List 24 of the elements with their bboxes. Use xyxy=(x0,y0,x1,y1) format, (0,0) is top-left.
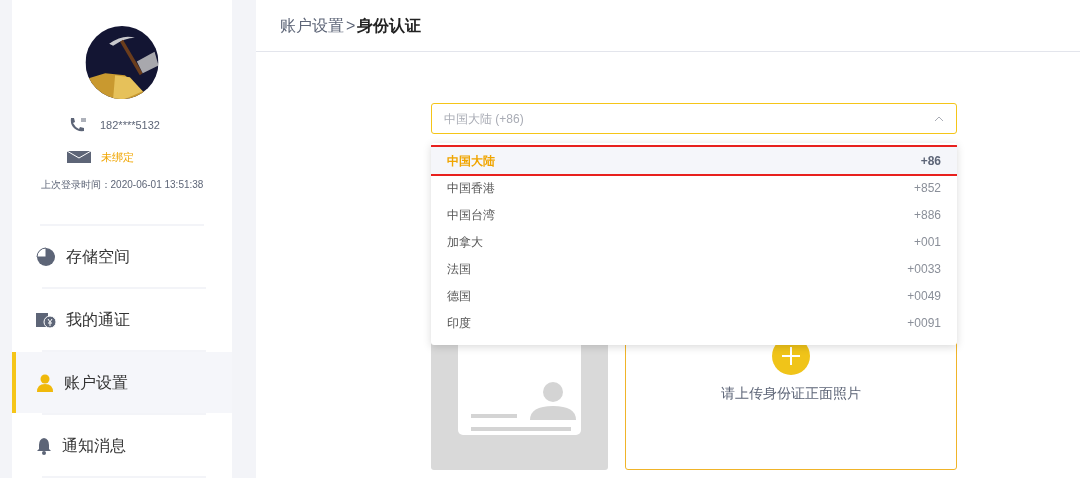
phone-icon xyxy=(68,117,88,134)
country-option[interactable]: 法国 +0033 xyxy=(431,255,957,282)
country-option[interactable]: 中国大陆 +86 xyxy=(431,147,957,174)
breadcrumb-separator: > xyxy=(346,15,356,36)
country-option[interactable]: 德国 +0049 xyxy=(431,282,957,309)
nav-item[interactable]: 账户设置 xyxy=(12,352,232,413)
chevron-up-icon xyxy=(934,115,944,122)
country-option[interactable]: 加拿大 +001 xyxy=(431,228,957,255)
phone-number: 182****5132 xyxy=(100,117,160,133)
breadcrumb-current: 身份认证 xyxy=(357,15,422,36)
pie-chart-icon xyxy=(36,246,56,267)
user-icon xyxy=(36,373,54,392)
email-status: 未绑定 xyxy=(101,149,134,165)
wallet-icon xyxy=(36,310,56,329)
nav-item[interactable]: 通知消息 xyxy=(12,415,232,476)
mail-icon xyxy=(67,151,91,164)
country-option[interactable]: 中国台湾 +886 xyxy=(431,201,957,228)
last-login-time: 上次登录时间：2020-06-01 13:51:38 xyxy=(40,178,204,193)
bell-icon xyxy=(36,436,52,455)
nav-item[interactable]: 我的通证 xyxy=(12,289,232,350)
country-option[interactable]: 中国香港 +852 xyxy=(431,174,957,201)
breadcrumb-link[interactable]: 账户设置 xyxy=(280,13,344,38)
nav-item[interactable]: 存储空间 xyxy=(12,226,232,287)
upload-hint: 请上传身份证正面照片 xyxy=(721,384,861,403)
